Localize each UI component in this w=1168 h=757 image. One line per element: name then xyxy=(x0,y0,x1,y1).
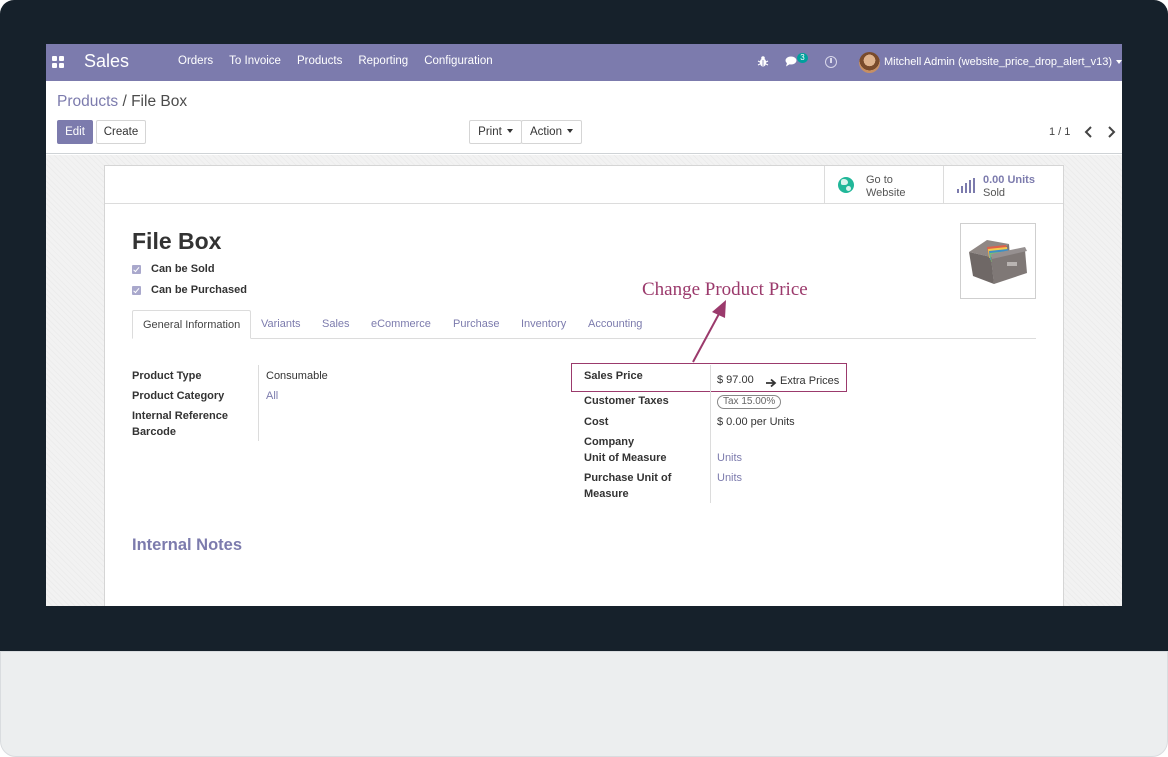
go-to-website-button[interactable]: Go to Website xyxy=(824,166,943,204)
app-screen: Sales Orders To Invoice Products Reporti… xyxy=(46,44,1122,606)
units-sold-value: 0.00 Units xyxy=(983,174,1035,186)
field-separator xyxy=(710,365,711,503)
cost-amount: $ 0.00 xyxy=(717,416,748,428)
file-box-image-icon xyxy=(969,240,1027,284)
product-category-label: Product Category xyxy=(132,390,225,402)
user-menu-caret-icon[interactable] xyxy=(1116,60,1122,64)
breadcrumb-products-link[interactable]: Products xyxy=(57,93,118,110)
annotation-arrow-icon xyxy=(692,300,726,363)
print-dropdown-button[interactable]: Print xyxy=(469,120,522,144)
signal-bars-icon xyxy=(957,178,976,193)
cost-unit: per Units xyxy=(750,416,795,428)
breadcrumb-separator: / xyxy=(118,93,132,110)
device-base xyxy=(0,651,1168,757)
action-label: Action xyxy=(530,126,562,138)
user-name[interactable]: Mitchell Admin (website_price_drop_alert… xyxy=(884,56,1112,68)
tab-variants[interactable]: Variants xyxy=(261,310,301,339)
product-title: File Box xyxy=(132,228,222,254)
control-panel: Products / File Box Edit Create Print Ac… xyxy=(46,81,1122,154)
action-dropdown-button[interactable]: Action xyxy=(521,120,582,144)
chevron-down-icon xyxy=(566,129,573,133)
purchase-uom-label-line2: Measure xyxy=(584,488,629,500)
cost-label: Cost xyxy=(584,416,609,428)
form-sheet: Go to Website 0.00 Units Sold File Box C… xyxy=(104,165,1064,606)
barcode-label: Barcode xyxy=(132,426,177,438)
chevron-right-icon[interactable] xyxy=(1104,125,1118,139)
checkbox-checked-icon[interactable] xyxy=(132,286,141,295)
tab-ecommerce[interactable]: eCommerce xyxy=(371,310,431,339)
tab-accounting[interactable]: Accounting xyxy=(588,310,642,339)
tab-purchase[interactable]: Purchase xyxy=(453,310,499,339)
units-sold-button[interactable]: 0.00 Units Sold xyxy=(943,166,1063,204)
menu-item-reporting[interactable]: Reporting xyxy=(358,55,408,67)
field-separator xyxy=(258,365,259,441)
app-name[interactable]: Sales xyxy=(84,51,129,72)
cost-value[interactable]: $ 0.00 per Units xyxy=(717,414,795,430)
can-be-purchased-label: Can be Purchased xyxy=(151,284,247,296)
tax-badge[interactable]: Tax 15.00% xyxy=(717,395,782,409)
product-category-link[interactable]: All xyxy=(266,388,278,404)
sales-price-highlight xyxy=(571,363,847,392)
tab-inventory[interactable]: Inventory xyxy=(521,310,566,339)
device-mockup: Sales Orders To Invoice Products Reporti… xyxy=(0,0,1168,757)
tab-general-information[interactable]: General Information xyxy=(132,310,252,339)
menu-item-to-invoice[interactable]: To Invoice xyxy=(229,55,281,67)
print-label: Print xyxy=(478,126,502,138)
top-navbar: Sales Orders To Invoice Products Reporti… xyxy=(46,44,1122,81)
tab-sales[interactable]: Sales xyxy=(322,310,350,339)
chat-count-badge: 3 xyxy=(797,53,808,63)
edit-button[interactable]: Edit xyxy=(57,120,93,144)
website-line2: Website xyxy=(866,186,906,199)
pager-value[interactable]: 1 / 1 xyxy=(1049,126,1070,138)
apps-menu-icon[interactable] xyxy=(52,56,64,68)
customer-taxes-label: Customer Taxes xyxy=(584,395,669,407)
product-type-value[interactable]: Consumable xyxy=(266,368,328,384)
units-sold-label: 0.00 Units Sold xyxy=(983,174,1035,199)
menu-item-orders[interactable]: Orders xyxy=(178,55,213,67)
checkbox-checked-icon[interactable] xyxy=(132,265,141,274)
smart-button-box: Go to Website 0.00 Units Sold xyxy=(105,166,1063,204)
product-type-label: Product Type xyxy=(132,370,202,382)
sold-label: Sold xyxy=(983,186,1006,199)
company-label: Company xyxy=(584,436,635,448)
menu-item-configuration[interactable]: Configuration xyxy=(424,55,492,67)
user-avatar[interactable] xyxy=(859,52,880,73)
globe-icon xyxy=(838,177,854,193)
menu-item-products[interactable]: Products xyxy=(297,55,342,67)
breadcrumb: Products / File Box xyxy=(57,93,187,111)
website-line1: Go to xyxy=(866,174,893,186)
activity-clock-icon[interactable] xyxy=(825,56,837,68)
internal-reference-label: Internal Reference xyxy=(132,410,228,422)
chevron-left-icon[interactable] xyxy=(1082,125,1096,139)
purchase-uom-label-line1: Purchase Unit of xyxy=(584,472,672,484)
notebook-tabs: General Information Variants Sales eComm… xyxy=(132,310,1036,339)
breadcrumb-current: File Box xyxy=(131,93,188,110)
bug-icon[interactable] xyxy=(757,55,769,68)
internal-notes-title: Internal Notes xyxy=(132,536,243,554)
unit-of-measure-label: Unit of Measure xyxy=(584,452,667,464)
chevron-down-icon xyxy=(506,129,513,133)
form-view-background: Go to Website 0.00 Units Sold File Box C… xyxy=(46,155,1122,606)
go-to-website-label: Go to Website xyxy=(866,174,906,199)
create-button[interactable]: Create xyxy=(96,120,146,144)
purchase-uom-link[interactable]: Units xyxy=(717,470,742,486)
main-menu: Orders To Invoice Products Reporting Con… xyxy=(178,55,509,67)
unit-of-measure-link[interactable]: Units xyxy=(717,450,742,466)
product-image[interactable] xyxy=(960,223,1036,299)
can-be-sold-label: Can be Sold xyxy=(151,263,215,275)
